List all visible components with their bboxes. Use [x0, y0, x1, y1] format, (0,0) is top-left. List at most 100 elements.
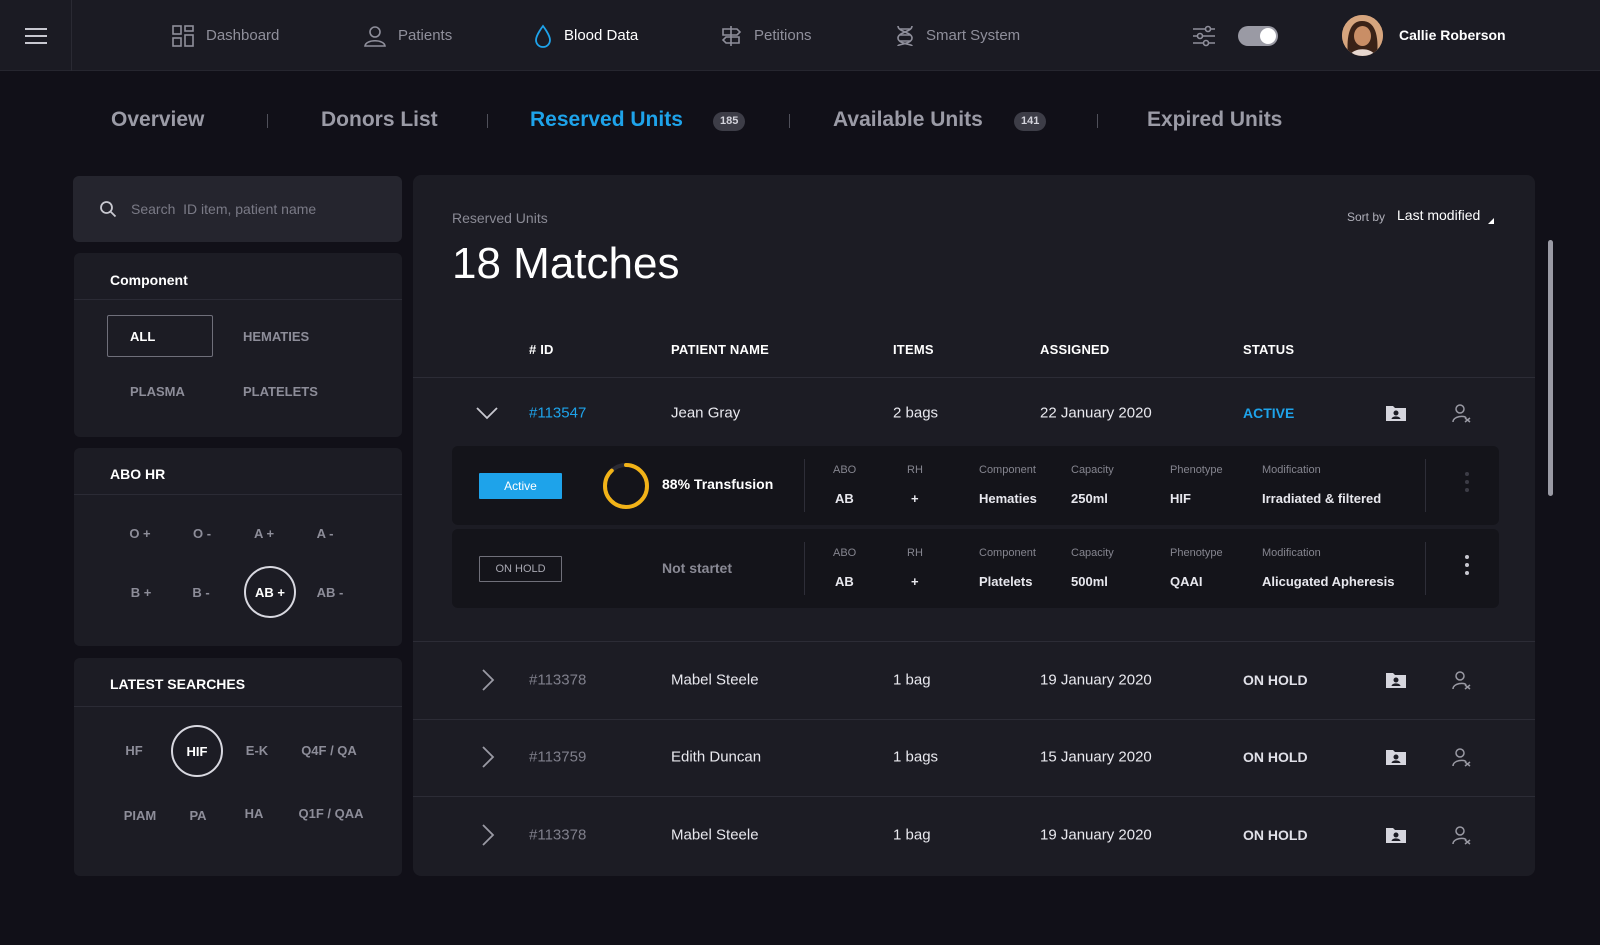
- search-box: [73, 176, 402, 242]
- row-status: ON HOLD: [1243, 672, 1308, 688]
- chevron-right-icon[interactable]: [481, 823, 495, 847]
- unit-card: ON HOLD Not startet ABO AB RH + Componen…: [452, 529, 1499, 608]
- patient-folder-icon[interactable]: [1385, 748, 1407, 766]
- abo-chip-ab-pos[interactable]: AB +: [244, 566, 296, 618]
- column-header-items[interactable]: ITEMS: [893, 342, 934, 357]
- field-label-rh: RH: [907, 547, 923, 559]
- chevron-down-icon[interactable]: [475, 406, 499, 420]
- abo-chip-o-pos[interactable]: O +: [120, 526, 160, 541]
- remove-user-icon[interactable]: [1452, 403, 1472, 423]
- row-patient: Jean Gray: [671, 404, 741, 422]
- table-row[interactable]: #113759 Edith Duncan 1 bags 15 January 2…: [413, 727, 1535, 787]
- component-chip-plasma[interactable]: PLASMA: [130, 384, 185, 399]
- nav-blood-data-label: Blood Data: [564, 27, 639, 44]
- row-id[interactable]: #113378: [529, 672, 586, 689]
- tab-available-units[interactable]: Available Units: [833, 108, 983, 132]
- latest-chip-hf[interactable]: HF: [114, 743, 154, 758]
- sort-dropdown[interactable]: Last modified: [1397, 207, 1480, 223]
- column-header-id[interactable]: # ID: [529, 342, 554, 357]
- latest-chip-piam[interactable]: PIAM: [118, 808, 162, 823]
- search-input[interactable]: [131, 201, 381, 217]
- progress-label: Not startet: [662, 560, 733, 576]
- field-label-component: Component: [979, 464, 1036, 476]
- top-bar: Dashboard Patients Blood Data Petitions …: [0, 0, 1600, 71]
- row-patient: Mabel Steele: [671, 671, 759, 689]
- abo-chip-a-pos[interactable]: A +: [244, 526, 284, 541]
- user-name[interactable]: Callie Roberson: [1399, 27, 1506, 43]
- field-value-phenotype: HIF: [1170, 491, 1191, 506]
- nav-petitions[interactable]: Petitions: [720, 0, 812, 71]
- more-options-icon[interactable]: [1464, 472, 1470, 496]
- remove-user-icon[interactable]: [1452, 670, 1472, 690]
- table-row[interactable]: #113547 Jean Gray 2 bags 22 January 2020…: [413, 383, 1535, 443]
- row-assigned: 19 January 2020: [1040, 671, 1152, 689]
- caret-icon[interactable]: [1488, 218, 1494, 224]
- tab-donors-list[interactable]: Donors List: [321, 108, 438, 132]
- abo-chip-b-pos[interactable]: B +: [121, 585, 161, 600]
- hamburger-menu-button[interactable]: [0, 0, 72, 71]
- chevron-right-icon[interactable]: [481, 668, 495, 692]
- latest-searches-panel: LATEST SEARCHES HF HIF E-K Q4F / QA PIAM…: [74, 658, 402, 876]
- nav-patients[interactable]: Patients: [364, 0, 452, 71]
- latest-chip-ha[interactable]: HA: [234, 806, 274, 821]
- latest-chip-pa[interactable]: PA: [178, 808, 218, 823]
- available-count-badge: 141: [1014, 112, 1047, 131]
- nav-blood-data[interactable]: Blood Data: [534, 0, 638, 71]
- dna-icon: [897, 25, 913, 47]
- nav-smart-system[interactable]: Smart System: [896, 0, 1020, 71]
- progress-ring: [603, 463, 649, 509]
- component-chip-hematies[interactable]: HEMATIES: [243, 329, 309, 344]
- field-label-component: Component: [979, 547, 1036, 559]
- remove-user-icon[interactable]: [1452, 747, 1472, 767]
- column-header-status[interactable]: STATUS: [1243, 342, 1294, 357]
- patient-folder-icon[interactable]: [1385, 404, 1407, 422]
- field-value-rh: +: [911, 491, 919, 506]
- tab-expired-units[interactable]: Expired Units: [1147, 108, 1282, 132]
- row-items: 1 bag: [893, 671, 931, 689]
- filter-settings-icon[interactable]: [1192, 25, 1216, 47]
- component-chip-all[interactable]: ALL: [107, 315, 213, 357]
- patient-folder-icon[interactable]: [1385, 826, 1407, 844]
- tab-overview[interactable]: Overview: [111, 108, 204, 132]
- latest-searches-title: LATEST SEARCHES: [110, 676, 246, 692]
- nav-dashboard[interactable]: Dashboard: [172, 0, 279, 71]
- row-id[interactable]: #113759: [529, 749, 586, 766]
- menu-icon: [24, 27, 47, 44]
- latest-chip-e-k[interactable]: E-K: [234, 743, 280, 758]
- more-options-icon[interactable]: [1464, 555, 1470, 579]
- row-patient: Edith Duncan: [671, 748, 762, 766]
- row-id[interactable]: #113547: [529, 405, 586, 422]
- nav-petitions-label: Petitions: [754, 27, 812, 44]
- latest-chip-q1f-qaa[interactable]: Q1F / QAA: [294, 806, 368, 821]
- component-chip-platelets[interactable]: PLATELETS: [243, 384, 318, 399]
- nav-patients-label: Patients: [398, 27, 453, 44]
- tab-reserved-units[interactable]: Reserved Units: [530, 108, 683, 132]
- column-header-patient[interactable]: PATIENT NAME: [671, 342, 769, 357]
- abo-chip-o-neg[interactable]: O -: [182, 526, 222, 541]
- theme-toggle[interactable]: [1238, 26, 1278, 46]
- row-patient: Mabel Steele: [671, 826, 759, 844]
- table-row[interactable]: #113378 Mabel Steele 1 bag 19 January 20…: [413, 805, 1535, 865]
- user-icon: [364, 25, 386, 47]
- remove-user-icon[interactable]: [1452, 825, 1472, 845]
- abo-chip-b-neg[interactable]: B -: [181, 585, 221, 600]
- avatar[interactable]: [1342, 15, 1383, 56]
- abo-chip-a-neg[interactable]: A -: [305, 526, 345, 541]
- chevron-right-icon[interactable]: [481, 745, 495, 769]
- abo-chip-ab-neg[interactable]: AB -: [310, 585, 350, 600]
- row-id[interactable]: #113378: [529, 827, 586, 844]
- scrollbar[interactable]: [1548, 240, 1553, 496]
- latest-chip-hif[interactable]: HIF: [171, 725, 223, 777]
- patient-folder-icon[interactable]: [1385, 671, 1407, 689]
- card-divider: [1425, 459, 1426, 512]
- row-status: ON HOLD: [1243, 827, 1308, 843]
- table-row[interactable]: #113378 Mabel Steele 1 bag 19 January 20…: [413, 650, 1535, 710]
- row-divider: [413, 719, 1535, 720]
- field-label-capacity: Capacity: [1071, 547, 1114, 559]
- card-divider: [804, 459, 805, 512]
- reserved-count-badge: 185: [713, 112, 746, 131]
- tab-separator: [789, 114, 790, 128]
- column-header-assigned[interactable]: ASSIGNED: [1040, 342, 1110, 357]
- latest-chip-q4f-qa[interactable]: Q4F / QA: [294, 743, 364, 758]
- unit-status-badge: ON HOLD: [479, 556, 562, 582]
